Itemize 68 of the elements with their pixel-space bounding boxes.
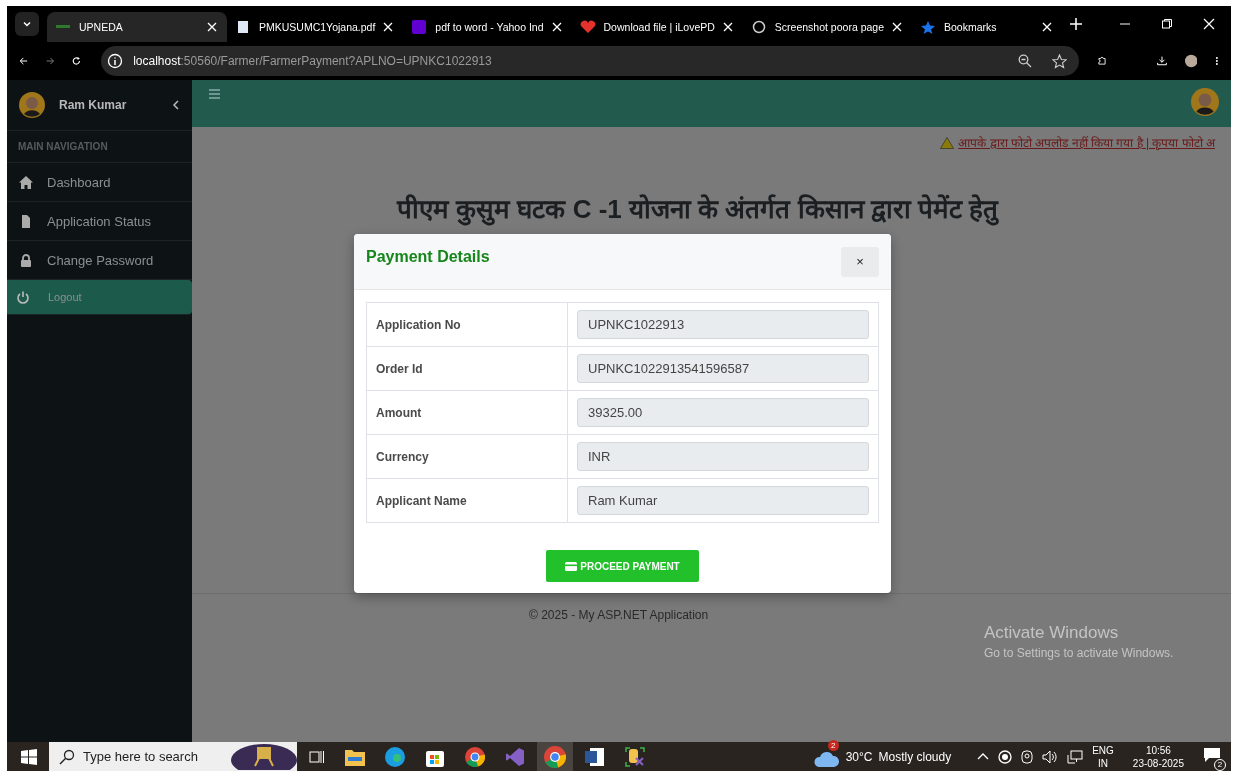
close-icon[interactable]	[892, 22, 902, 32]
readonly-field[interactable]: UPNKC1022913541596587	[577, 354, 869, 383]
activation-title: Activate Windows	[984, 623, 1120, 643]
field-label: Currency	[366, 434, 568, 479]
zoom-icon[interactable]	[1018, 54, 1033, 68]
notification-count: 2	[1214, 758, 1226, 771]
reload-icon[interactable]	[72, 54, 82, 68]
close-icon[interactable]	[207, 22, 217, 32]
visual-studio-icon[interactable]	[505, 746, 525, 767]
network-icon[interactable]	[1067, 749, 1084, 764]
field-label: Amount	[366, 390, 568, 435]
restore-icon[interactable]	[1161, 18, 1173, 30]
footer-text: © 2025 - My ASP.NET Application	[529, 607, 710, 622]
close-icon[interactable]	[722, 22, 733, 32]
info-icon	[107, 53, 124, 69]
readonly-field[interactable]: Ram Kumar	[577, 486, 869, 515]
start-icon[interactable]	[21, 748, 37, 765]
close-icon[interactable]	[383, 22, 394, 32]
browser-tab[interactable]: Bookmarks	[912, 12, 1062, 42]
readonly-field[interactable]: 39325.00	[577, 398, 869, 427]
browser-tab[interactable]: pdf to word - Yahoo Ind	[403, 12, 572, 42]
chrome-icon[interactable]	[544, 745, 566, 768]
address-field[interactable]: localhost:50560/Farmer/FarmerPayment?APLNO=UPNKC1022913	[101, 46, 1080, 76]
collapse-icon[interactable]	[172, 100, 180, 110]
notification-badge: 2	[827, 739, 839, 751]
taskbar-search-field[interactable]: Type here to search	[49, 742, 297, 771]
notifications-icon[interactable]	[1203, 746, 1221, 763]
activation-message: Go to Settings to activate Windows.	[984, 646, 1174, 660]
camera-icon[interactable]	[1021, 749, 1034, 764]
star-icon[interactable]	[1052, 53, 1068, 69]
temperature-text: 30°C	[845, 749, 873, 764]
browser-tab[interactable]: PMKUSUMC1Yojana.pdf	[227, 12, 404, 42]
chevron-down-icon	[22, 19, 32, 29]
new-tab-icon[interactable]	[1070, 18, 1082, 30]
task-view-icon[interactable]	[309, 748, 325, 765]
close-icon[interactable]	[1203, 18, 1215, 30]
close-button[interactable]: ×	[841, 246, 879, 277]
dialog-title: Payment Details	[366, 248, 490, 266]
card-icon	[565, 561, 578, 571]
moon-lander-drawing	[231, 743, 297, 770]
document-icon	[19, 214, 33, 228]
search-icon	[59, 748, 75, 765]
browser-tab[interactable]: Download file | iLovePD	[571, 12, 743, 42]
field-label: Order Id	[366, 346, 568, 391]
field-label: Application No	[366, 302, 568, 347]
chrome-icon[interactable]	[465, 746, 485, 767]
browser-tab[interactable]: UPNEDA	[47, 12, 227, 42]
user-avatar-icon[interactable]	[1191, 88, 1219, 116]
tab-search-button[interactable]	[15, 12, 39, 36]
close-icon[interactable]	[551, 22, 562, 32]
field-label: Applicant Name	[366, 478, 568, 523]
readonly-field[interactable]: INR	[577, 442, 869, 471]
close-icon[interactable]	[1042, 22, 1052, 32]
browser-tab[interactable]: Screenshot poora page	[742, 12, 912, 42]
page-heading: पीएम कुसुम घटक C -1 योजना के अंतर्गत किसान द्वारा पेमेंट हेतु	[397, 195, 1000, 225]
readonly-field[interactable]: UPNKC1022913	[577, 310, 869, 339]
user-name: Ram Kumar	[59, 98, 128, 112]
language-indicator[interactable]: ENG IN	[1092, 743, 1114, 770]
home-icon	[19, 175, 33, 189]
lock-icon	[19, 253, 33, 267]
warning-icon	[940, 136, 955, 149]
weather-condition-text: Mostly cloudy	[878, 749, 952, 764]
clock[interactable]: 10:56 23-08-2025	[1132, 743, 1184, 770]
record-icon[interactable]	[998, 749, 1013, 764]
user-avatar-icon	[19, 92, 45, 118]
folder-icon[interactable]	[345, 747, 365, 766]
power-icon	[16, 290, 30, 304]
speaker-icon[interactable]	[1042, 749, 1059, 764]
